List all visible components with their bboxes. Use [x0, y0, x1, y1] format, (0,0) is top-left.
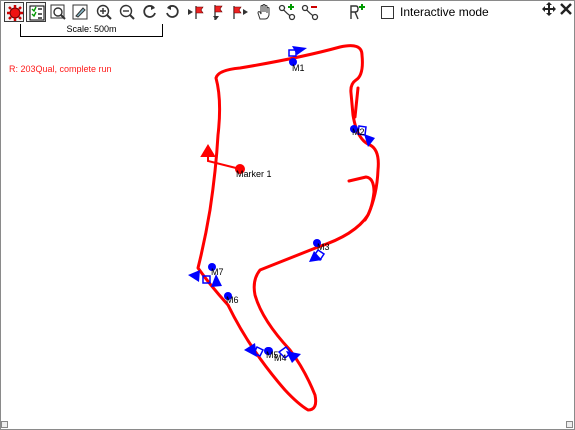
marker-1-label: Marker 1	[236, 169, 272, 179]
marker-m5-label: M5	[266, 350, 279, 360]
resize-handle-bottom-right[interactable]	[566, 421, 573, 428]
marker-m3-label: M3	[317, 242, 330, 252]
track-map: Marker 1 M1 M2 M3 M4 M5 M6 M7	[188, 44, 380, 412]
marker-m2-label: M2	[352, 127, 365, 137]
marker-m7-label: M7	[211, 267, 224, 277]
marker-m1-label: M1	[292, 63, 305, 73]
marker-m6-label: M6	[226, 295, 239, 305]
resize-handle-bottom-left[interactable]	[1, 421, 8, 428]
